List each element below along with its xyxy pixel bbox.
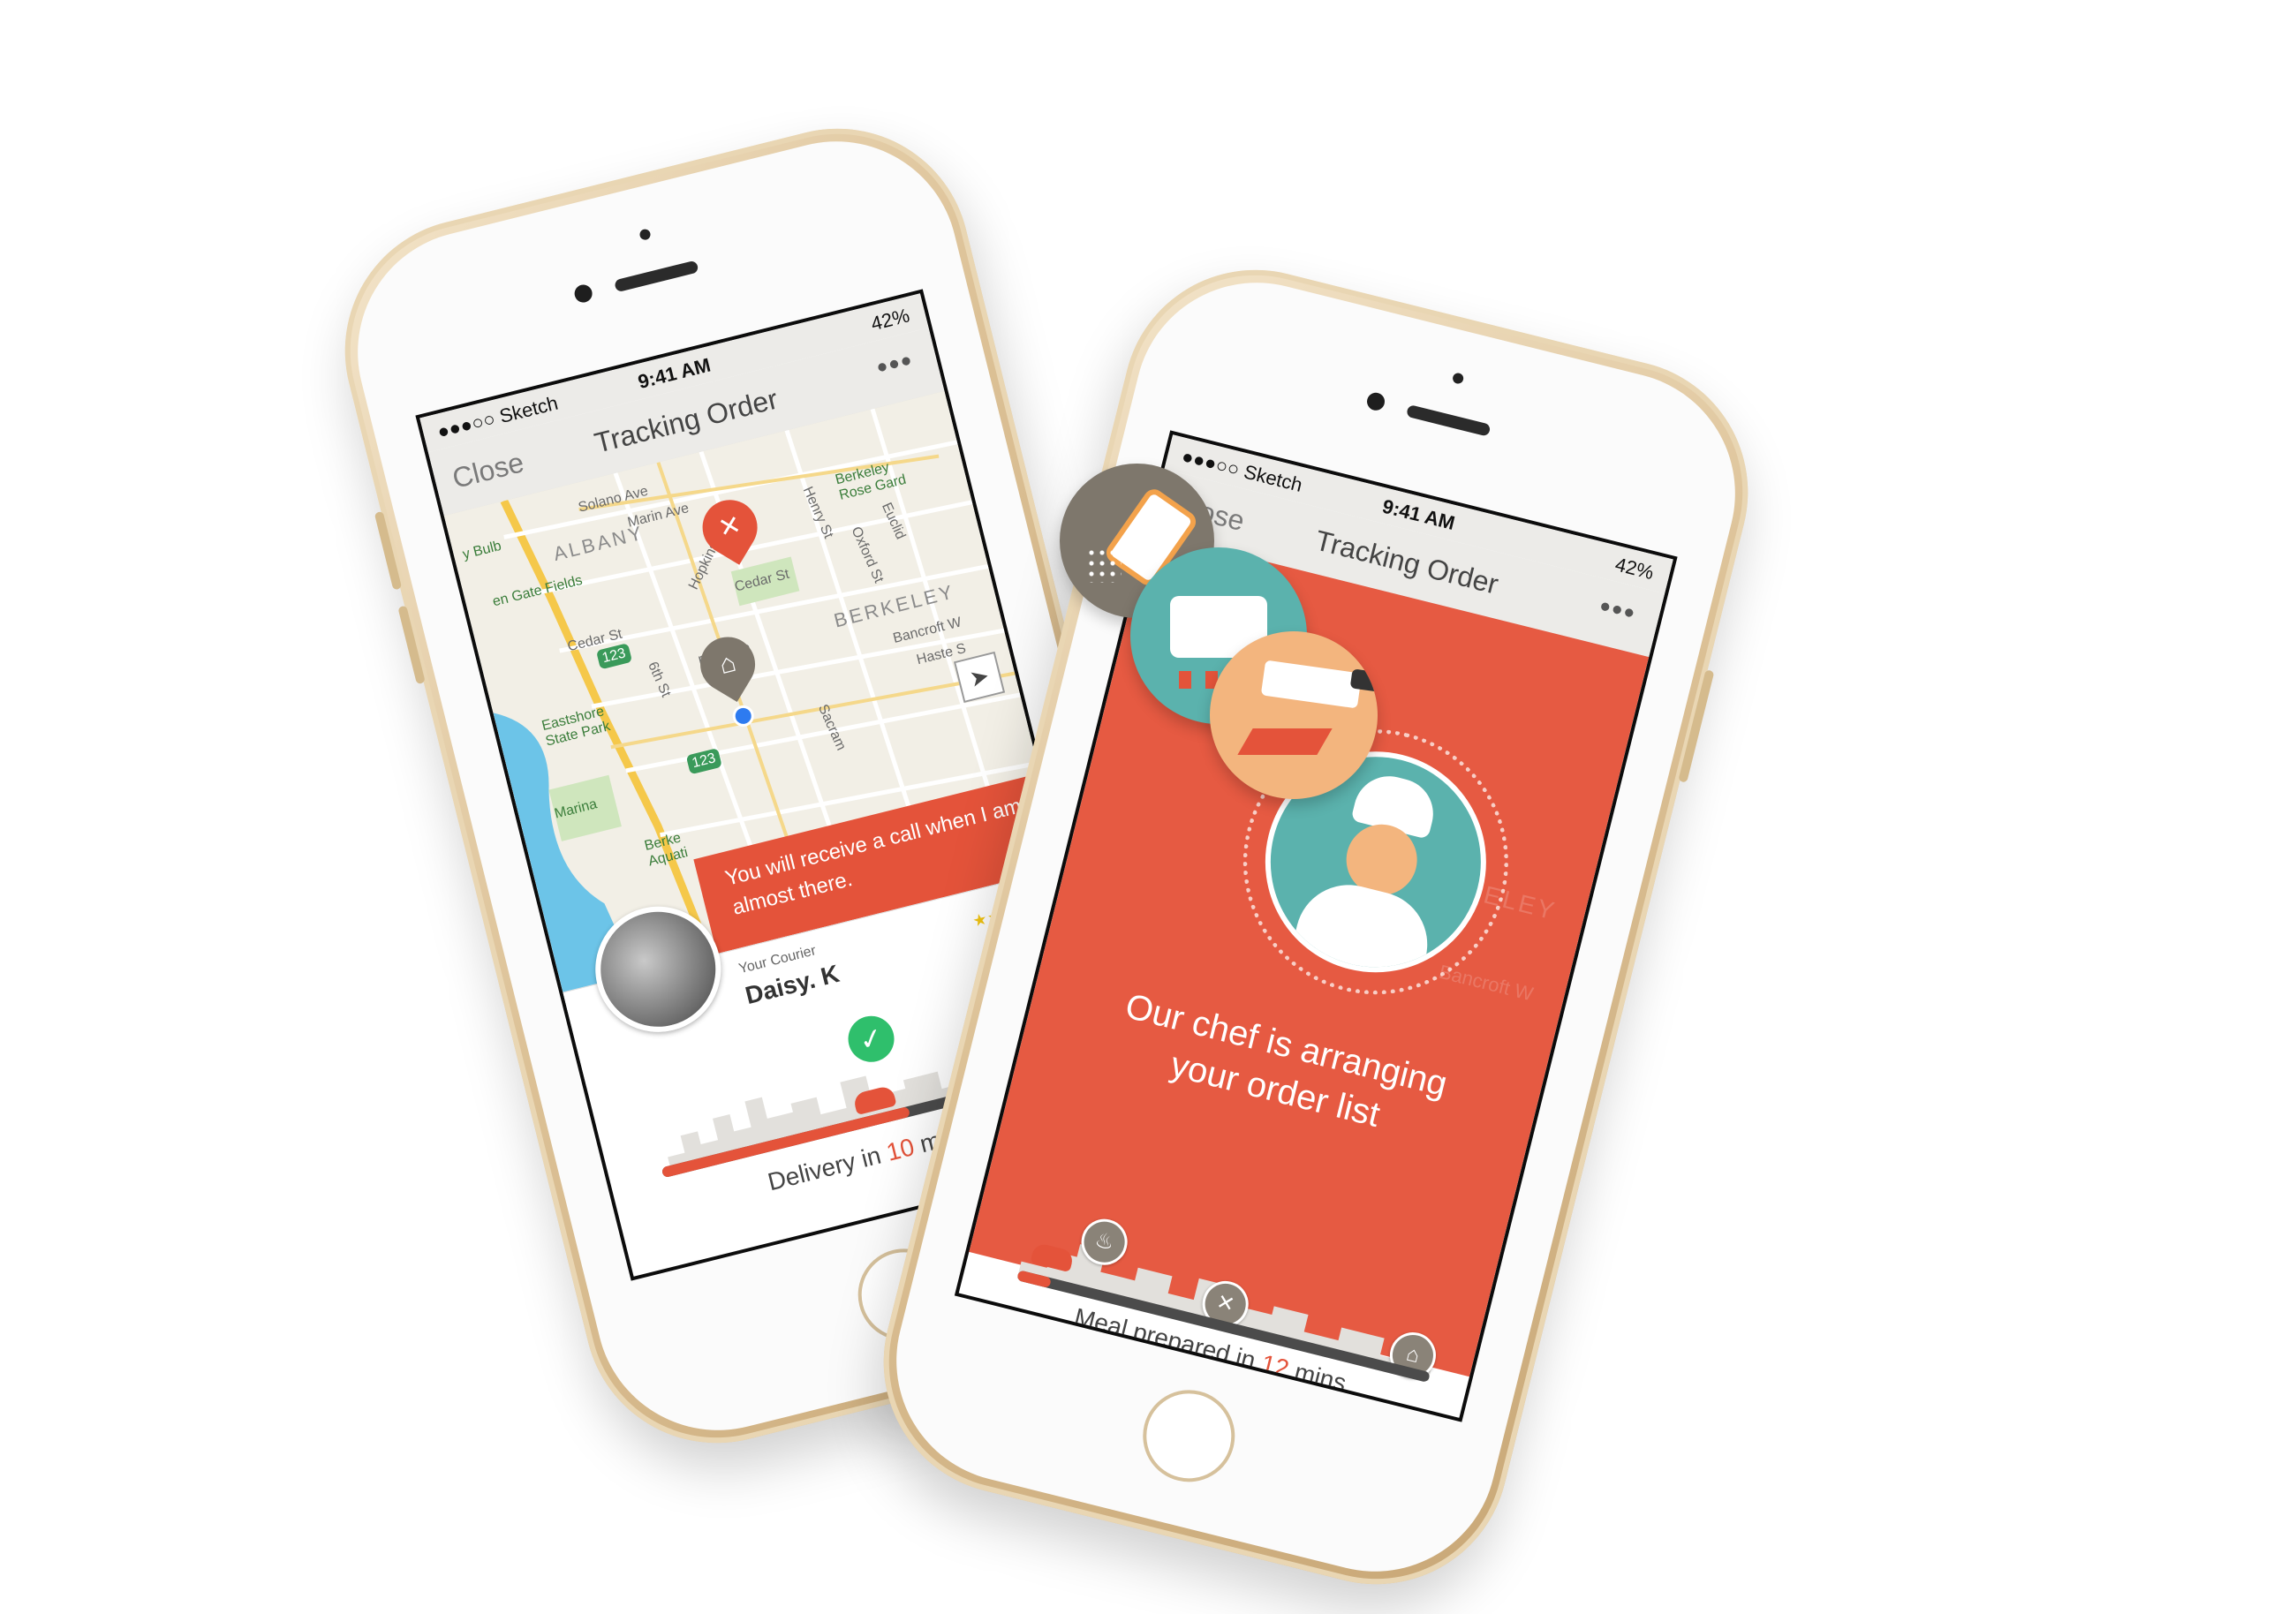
location-arrow-icon: ➤ <box>966 661 993 693</box>
front-camera <box>572 283 594 305</box>
battery-level: 42% <box>1612 553 1657 585</box>
cut-food <box>1237 728 1333 755</box>
knife-cutting-icon <box>1210 631 1378 799</box>
earpiece-speaker <box>614 260 699 293</box>
right-screen: ●●●○○ Sketch 9:41 AM 42% Close Tracking … <box>954 430 1678 1422</box>
chef-status-message: Our chef is arranging your order list <box>1019 961 1542 1174</box>
proximity-sensor <box>1451 372 1465 385</box>
salt-grains <box>1086 547 1122 583</box>
home-button[interactable] <box>1133 1380 1245 1492</box>
battery-level: 42% <box>868 304 912 336</box>
front-camera <box>1364 390 1387 412</box>
proximity-sensor <box>638 228 652 241</box>
earpiece-speaker <box>1405 404 1492 437</box>
knife-blade <box>1260 660 1363 709</box>
eta-suffix: mins <box>1285 1355 1349 1398</box>
eta-number: 12 <box>1258 1349 1292 1383</box>
